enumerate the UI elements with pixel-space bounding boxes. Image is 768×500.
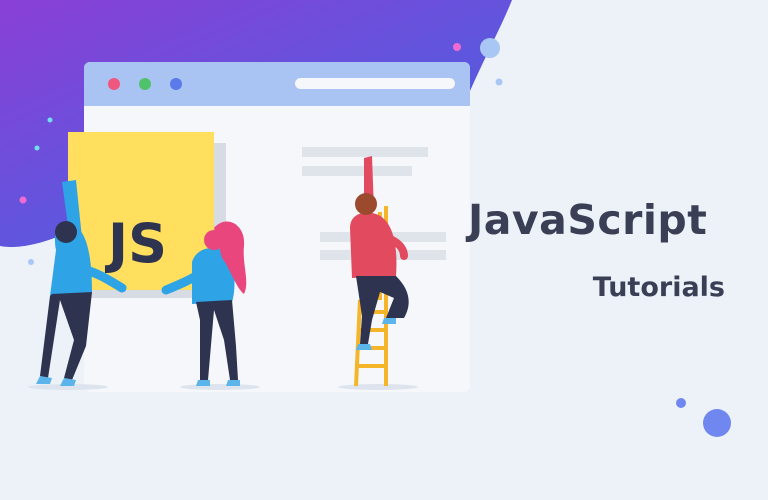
address-bar (295, 78, 455, 89)
banner: JS JavaScript Tutorials (0, 0, 768, 500)
window-min-dot (139, 78, 151, 90)
window-close-dot (108, 78, 120, 90)
window-max-dot (170, 78, 182, 90)
page-subtitle: Tutorials (592, 272, 725, 303)
js-logo-text: JS (104, 212, 167, 275)
illustration: JS (0, 0, 731, 437)
page-title: JavaScript (468, 196, 708, 244)
